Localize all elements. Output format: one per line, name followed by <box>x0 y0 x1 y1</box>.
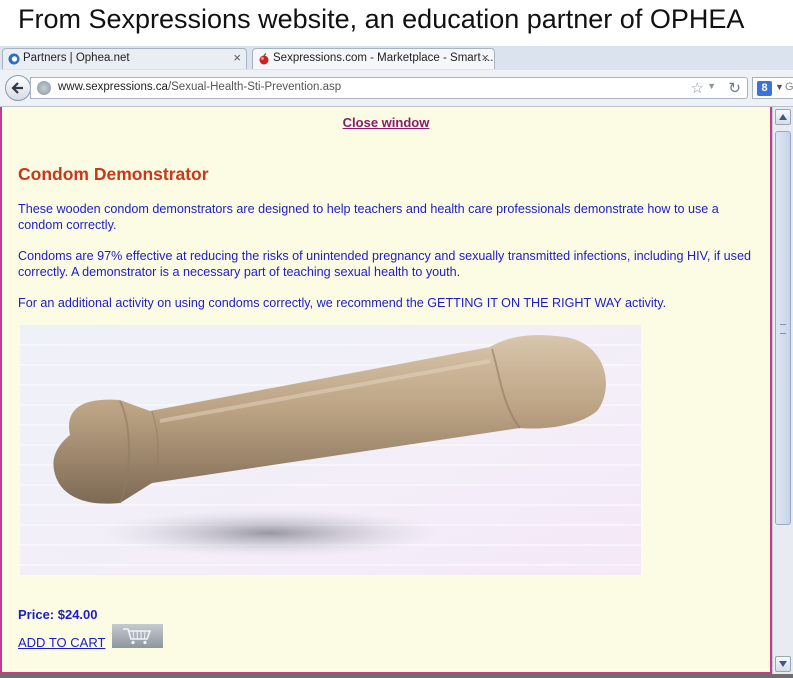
address-url: www.sexpressions.ca/Sexual-Health-Sti-Pr… <box>58 81 341 93</box>
url-path: /Sexual-Health-Sti-Prevention.asp <box>167 81 342 93</box>
url-history-dropdown-icon[interactable]: ▼ <box>707 81 716 91</box>
browser-tab-strip: Partners | Ophea.net × Sexpressions.com … <box>0 46 793 71</box>
scroll-down-button[interactable] <box>775 656 791 672</box>
close-window-link[interactable]: Close window <box>2 115 770 130</box>
navigation-toolbar: www.sexpressions.ca/Sexual-Health-Sti-Pr… <box>0 70 793 107</box>
sexpressions-favicon-icon <box>258 53 270 65</box>
add-to-cart-link[interactable]: ADD TO CART <box>18 635 105 650</box>
search-engine-dropdown-icon[interactable]: ▼ <box>775 82 784 92</box>
description-paragraph-2: Condoms are 97% effective at reducing th… <box>18 249 751 279</box>
add-to-cart-button[interactable] <box>112 624 163 648</box>
description-paragraph-3: For an additional activity on using cond… <box>18 296 667 310</box>
search-engine-icon[interactable]: 8 <box>757 81 772 96</box>
search-placeholder: G <box>785 81 793 93</box>
reload-icon[interactable]: ↻ <box>728 79 741 97</box>
product-price: Price: $24.00 <box>18 607 98 622</box>
bookmark-star-icon[interactable]: ☆ <box>691 79 704 97</box>
tab-partners-ophea[interactable]: Partners | Ophea.net × <box>2 48 247 69</box>
description-paragraph-1: These wooden condom demonstrators are de… <box>18 202 719 232</box>
chevron-down-icon <box>779 661 787 667</box>
url-host: www.sexpressions.ca <box>58 81 168 93</box>
scroll-up-button[interactable] <box>775 109 791 125</box>
tab-sexpressions-marketplace[interactable]: Sexpressions.com - Marketplace - Smart .… <box>252 48 495 69</box>
ophea-favicon-icon <box>8 53 20 65</box>
product-title: Condom Demonstrator <box>18 164 209 184</box>
scroll-thumb[interactable] <box>775 131 791 525</box>
tab-label: Sexpressions.com - Marketplace - Smart .… <box>273 52 494 64</box>
site-identity-globe-icon <box>37 81 51 95</box>
back-button[interactable] <box>5 75 31 101</box>
back-arrow-icon <box>11 82 23 94</box>
tab-close-icon[interactable]: × <box>233 50 241 65</box>
background-window-strip <box>0 674 793 678</box>
caption-banner: From Sexpressions website, an education … <box>0 0 793 46</box>
vertical-scrollbar[interactable] <box>772 107 793 674</box>
caption-text: From Sexpressions website, an education … <box>18 4 745 34</box>
search-box[interactable]: 8 ▼ G <box>752 77 793 99</box>
chevron-up-icon <box>779 114 787 120</box>
scroll-grip <box>780 324 786 334</box>
tab-close-icon[interactable]: × <box>481 50 489 65</box>
address-bar[interactable]: www.sexpressions.ca/Sexual-Health-Sti-Pr… <box>30 77 748 99</box>
product-image <box>20 325 641 575</box>
popup-page-content: Close window Condom Demonstrator These w… <box>0 107 772 674</box>
shopping-cart-icon <box>123 628 152 645</box>
tab-label: Partners | Ophea.net <box>23 52 130 64</box>
